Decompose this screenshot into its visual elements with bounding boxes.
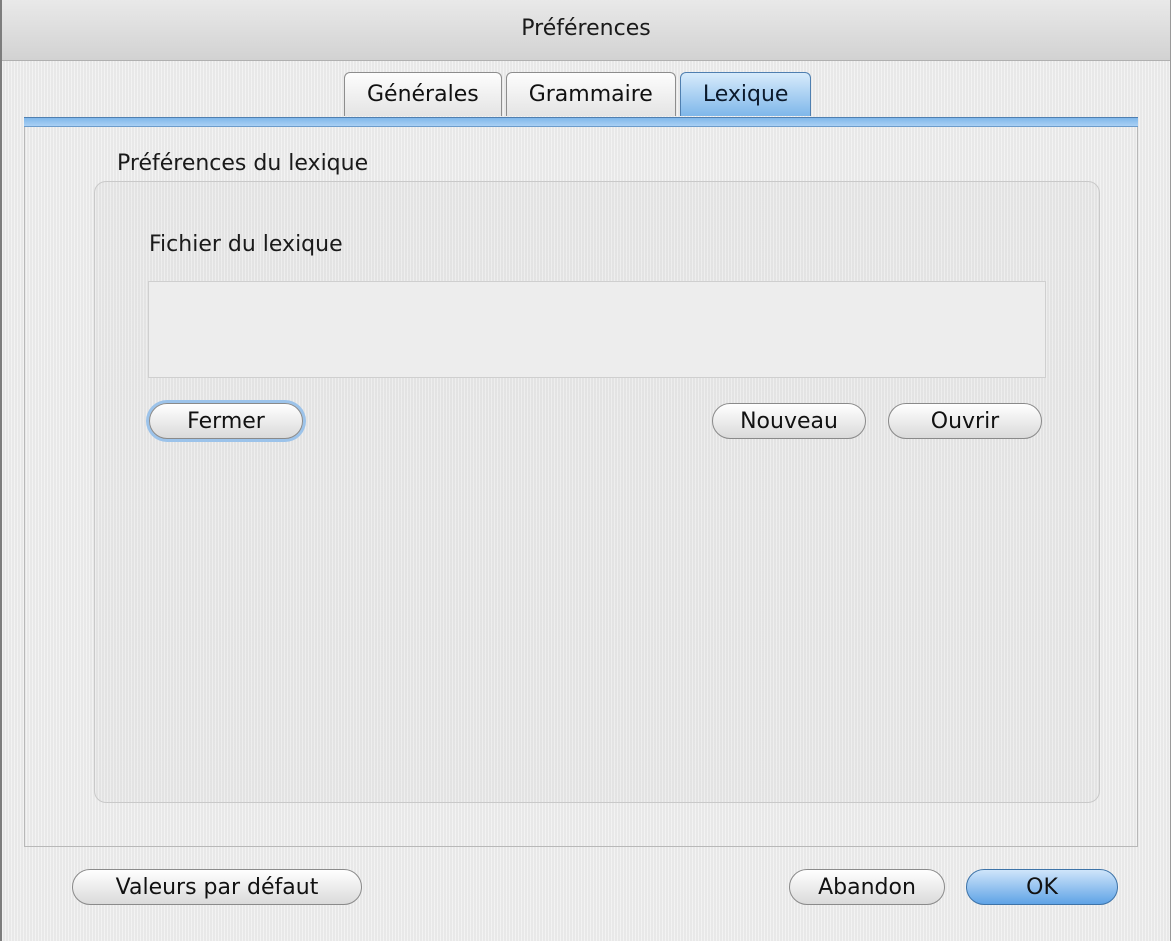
file-label: Fichier du lexique — [149, 232, 343, 257]
tab-grammaire[interactable]: Grammaire — [505, 72, 676, 116]
tab-generales[interactable]: Générales — [344, 72, 502, 116]
group-title: Préférences du lexique — [117, 151, 369, 176]
tab-divider — [24, 117, 1138, 127]
window-title: Préférences — [521, 16, 651, 41]
preferences-window: Préférences Générales Grammaire Lexique … — [0, 0, 1171, 941]
tab-lexique[interactable]: Lexique — [679, 72, 812, 116]
lexique-group-box — [94, 181, 1100, 803]
close-button[interactable]: Fermer — [149, 403, 303, 439]
tab-bar: Générales Grammaire Lexique — [344, 72, 815, 118]
new-button[interactable]: Nouveau — [712, 403, 866, 439]
ok-button[interactable]: OK — [966, 869, 1118, 905]
title-bar[interactable]: Préférences — [2, 0, 1170, 61]
cancel-button[interactable]: Abandon — [789, 869, 945, 905]
defaults-button[interactable]: Valeurs par défaut — [72, 869, 362, 905]
open-button[interactable]: Ouvrir — [888, 403, 1042, 439]
lexique-file-field[interactable] — [148, 281, 1046, 378]
